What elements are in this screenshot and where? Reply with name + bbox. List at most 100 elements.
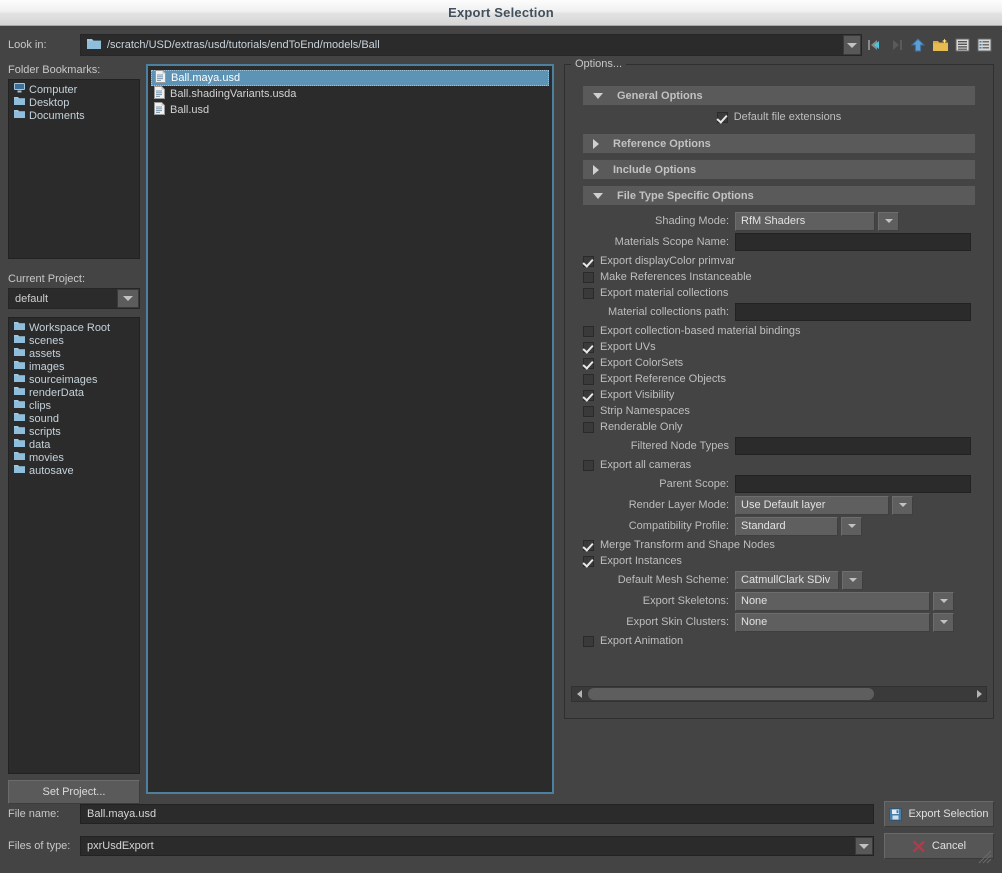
export-skin-clusters-dropdown-button[interactable]	[933, 613, 954, 632]
export-material-collections-checkbox[interactable]	[583, 288, 594, 299]
filtered-node-types-input[interactable]	[735, 437, 971, 455]
export-instances-row[interactable]: Export Instances	[583, 553, 975, 569]
new-folder-icon[interactable]	[930, 34, 950, 56]
export-skin-clusters-value: None	[741, 616, 767, 628]
parent-scope-input[interactable]	[735, 475, 971, 493]
materials-scope-name-input[interactable]	[735, 233, 971, 251]
make-references-instanceable-checkbox[interactable]	[583, 272, 594, 283]
list-item[interactable]: sound	[11, 412, 137, 425]
list-item[interactable]: autosave	[11, 464, 137, 477]
merge-transform-and-shape-nodes-checkbox[interactable]	[583, 540, 594, 551]
triangle-left-icon	[577, 690, 582, 698]
export-skin-clusters-combo[interactable]: None	[735, 613, 930, 632]
list-item[interactable]: Desktop	[11, 96, 137, 109]
options-horizontal-scrollbar[interactable]	[571, 686, 987, 702]
default-file-extensions-row[interactable]: Default file extensions	[583, 107, 975, 127]
export-uvs-checkbox[interactable]	[583, 342, 594, 353]
list-item[interactable]: scenes	[11, 334, 137, 347]
compatibility-profile-dropdown-button[interactable]	[841, 517, 862, 536]
default-mesh-scheme-dropdown-button[interactable]	[842, 571, 863, 590]
list-item[interactable]: Workspace Root	[11, 321, 137, 334]
export-displaycolor-primvar-row[interactable]: Export displayColor primvar	[583, 253, 975, 269]
scroll-left-icon[interactable]	[572, 687, 586, 701]
export-collection-based-material-bindings-checkbox[interactable]	[583, 326, 594, 337]
section-general-options[interactable]: General Options	[583, 86, 975, 105]
list-item[interactable]: data	[11, 438, 137, 451]
merge-transform-and-shape-nodes-row[interactable]: Merge Transform and Shape Nodes	[583, 537, 975, 553]
list-item[interactable]: Computer	[11, 83, 137, 96]
file-name-input[interactable]: Ball.maya.usd	[80, 804, 874, 824]
export-selection-button[interactable]: Export Selection	[884, 801, 994, 827]
shading-mode-value: RfM Shaders	[741, 215, 805, 227]
scrollbar-track[interactable]	[586, 687, 972, 701]
strip-namespaces-row[interactable]: Strip Namespaces	[583, 403, 975, 419]
default-file-extensions-checkbox[interactable]	[717, 112, 728, 123]
export-instances-checkbox[interactable]	[583, 556, 594, 567]
render-layer-mode-dropdown-button[interactable]	[892, 496, 913, 515]
export-reference-objects-row[interactable]: Export Reference Objects	[583, 371, 975, 387]
export-displaycolor-primvar-checkbox[interactable]	[583, 256, 594, 267]
list-view-icon[interactable]	[952, 34, 972, 56]
list-item[interactable]: Documents	[11, 109, 137, 122]
folder-bookmarks-list[interactable]: Computer Desktop Documents	[8, 79, 140, 259]
export-colorsets-checkbox[interactable]	[583, 358, 594, 369]
make-references-instanceable-row[interactable]: Make References Instanceable	[583, 269, 975, 285]
export-animation-checkbox[interactable]	[583, 636, 594, 647]
section-file-type-specific-options[interactable]: File Type Specific Options	[583, 186, 975, 205]
strip-namespaces-checkbox[interactable]	[583, 406, 594, 417]
list-item[interactable]: movies	[11, 451, 137, 464]
list-item[interactable]: assets	[11, 347, 137, 360]
project-dropdown-button[interactable]	[117, 289, 139, 308]
default-mesh-scheme-combo[interactable]: CatmullClark SDiv	[735, 571, 839, 590]
renderable-only-checkbox[interactable]	[583, 422, 594, 433]
section-include-options[interactable]: Include Options	[583, 160, 975, 179]
list-item[interactable]: clips	[11, 399, 137, 412]
options-scroll-area[interactable]: General Options Default file extensions …	[571, 75, 987, 680]
file-list-item[interactable]: Ball.shadingVariants.usda	[151, 86, 549, 102]
file-list[interactable]: Ball.maya.usd Ball.shadingVariants.usda …	[146, 64, 554, 794]
detail-view-icon[interactable]	[974, 34, 994, 56]
folder-icon	[14, 360, 25, 373]
list-item[interactable]: scripts	[11, 425, 137, 438]
chevron-down-icon	[593, 193, 603, 199]
list-item-label: Desktop	[29, 97, 69, 109]
renderable-only-label: Renderable Only	[600, 421, 683, 433]
export-all-cameras-row[interactable]: Export all cameras	[583, 457, 975, 473]
export-skeletons-combo[interactable]: None	[735, 592, 930, 611]
resize-grip[interactable]	[978, 850, 992, 864]
material-collections-path-input[interactable]	[735, 303, 971, 321]
project-folder-tree[interactable]: Workspace Root scenes assets images sour…	[8, 317, 140, 774]
current-project-combo[interactable]: default	[8, 288, 140, 309]
parent-directory-icon[interactable]	[908, 34, 928, 56]
list-item[interactable]: renderData	[11, 386, 137, 399]
scroll-right-icon[interactable]	[972, 687, 986, 701]
section-reference-options[interactable]: Reference Options	[583, 134, 975, 153]
list-item[interactable]: sourceimages	[11, 373, 137, 386]
export-reference-objects-checkbox[interactable]	[583, 374, 594, 385]
renderable-only-row[interactable]: Renderable Only	[583, 419, 975, 435]
file-list-item[interactable]: Ball.maya.usd	[151, 70, 549, 86]
export-collection-based-material-bindings-row[interactable]: Export collection-based material binding…	[583, 323, 975, 339]
shading-mode-dropdown-button[interactable]	[878, 212, 899, 231]
compatibility-profile-combo[interactable]: Standard	[735, 517, 838, 536]
file-list-item[interactable]: Ball.usd	[151, 102, 549, 118]
export-all-cameras-checkbox[interactable]	[583, 460, 594, 471]
export-skeletons-dropdown-button[interactable]	[933, 592, 954, 611]
export-colorsets-row[interactable]: Export ColorSets	[583, 355, 975, 371]
export-animation-row[interactable]: Export Animation	[583, 633, 975, 649]
list-item-label: Documents	[29, 110, 85, 122]
export-material-collections-row[interactable]: Export material collections	[583, 285, 975, 301]
files-of-type-dropdown-button[interactable]	[855, 837, 873, 855]
scrollbar-thumb[interactable]	[588, 688, 874, 700]
files-of-type-combo[interactable]: pxrUsdExport	[80, 836, 874, 856]
folder-icon	[14, 399, 25, 412]
render-layer-mode-combo[interactable]: Use Default layer	[735, 496, 889, 515]
export-uvs-row[interactable]: Export UVs	[583, 339, 975, 355]
export-visibility-row[interactable]: Export Visibility	[583, 387, 975, 403]
look-in-dropdown-button[interactable]	[843, 35, 861, 55]
list-item[interactable]: images	[11, 360, 137, 373]
export-visibility-checkbox[interactable]	[583, 390, 594, 401]
look-in-path-combo[interactable]: /scratch/USD/extras/usd/tutorials/endToE…	[80, 34, 862, 56]
shading-mode-combo[interactable]: RfM Shaders	[735, 212, 875, 231]
back-icon[interactable]	[864, 34, 884, 56]
